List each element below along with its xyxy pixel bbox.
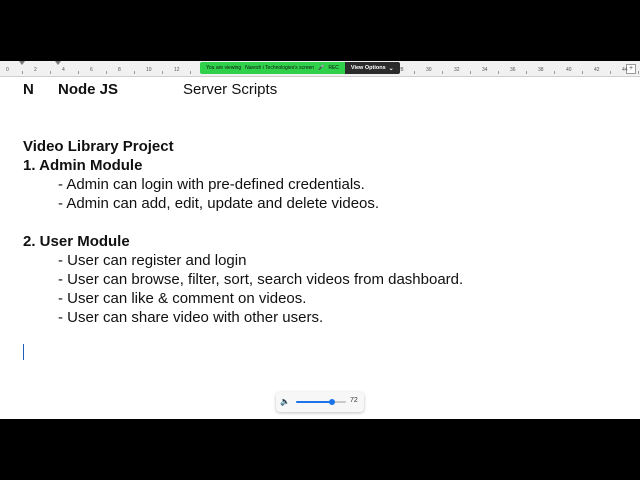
volume-control[interactable]: 🔈 72 — [276, 392, 364, 412]
ruler-tick — [162, 71, 163, 74]
ruler-label: 40 — [566, 67, 572, 73]
ruler-tick — [638, 71, 639, 74]
volume-slider[interactable] — [296, 399, 346, 405]
ruler-tick — [554, 71, 555, 74]
text-cursor — [23, 344, 24, 360]
viewing-indicator: You are viewing Naresh i Technologies's … — [200, 62, 345, 74]
view-options-label: View Options — [350, 65, 386, 71]
user-item: - User can browse, filter, sort, search … — [58, 271, 464, 288]
admin-item: - Admin can login with pre-defined crede… — [58, 176, 365, 193]
user-module-heading: 2. User Module — [23, 233, 130, 250]
ruler-label: 42 — [594, 67, 600, 73]
ruler-label: 44 — [622, 67, 628, 73]
presenter-name: Naresh i Technologies's screen — [245, 65, 315, 71]
view-options-button[interactable]: View Options ⌄ — [344, 62, 400, 74]
user-item: - User can share video with other users. — [58, 309, 324, 326]
ruler-label: 4 — [62, 67, 65, 73]
ruler-label: 30 — [426, 67, 432, 73]
ruler-label: 38 — [538, 67, 544, 73]
ruler-tick — [22, 71, 23, 74]
ruler-tick — [526, 71, 527, 74]
ruler-tick — [190, 71, 191, 74]
ruler-label: 10 — [146, 67, 152, 73]
ruler-tick — [78, 71, 79, 74]
ruler-tick — [414, 71, 415, 74]
chevron-down-icon: ⌄ — [388, 65, 394, 72]
shared-screen: + 02468101214161820222426283032343638404… — [0, 61, 640, 419]
user-item: - User can register and login — [58, 252, 247, 269]
ruler-tick — [134, 71, 135, 74]
project-title: Video Library Project — [23, 138, 174, 155]
ruler-tick — [442, 71, 443, 74]
row-title: Node JS — [58, 81, 119, 98]
ruler-tick — [470, 71, 471, 74]
screen-share-banner: You are viewing Naresh i Technologies's … — [200, 62, 400, 74]
admin-item: - Admin can add, edit, update and delete… — [58, 195, 380, 212]
speaker-icon[interactable]: 🔈 — [280, 397, 290, 406]
indent-marker[interactable] — [55, 61, 61, 65]
user-item: - User can like & comment on videos. — [58, 290, 307, 307]
ruler-label: 12 — [174, 67, 180, 73]
ruler-tick — [582, 71, 583, 74]
rec-label: REC — [328, 65, 339, 71]
ruler-tick — [50, 71, 51, 74]
ruler-label: 32 — [454, 67, 460, 73]
ruler-label: 34 — [482, 67, 488, 73]
viewing-prefix: You are viewing — [206, 65, 242, 71]
row-letter: N — [23, 81, 34, 98]
ruler-label: 36 — [510, 67, 516, 73]
indent-marker[interactable] — [19, 61, 25, 65]
volume-fill — [296, 401, 332, 403]
ruler-label: 2 — [34, 67, 37, 73]
ruler-tick — [610, 71, 611, 74]
ruler-tick — [498, 71, 499, 74]
ruler-label: 0 — [6, 67, 9, 73]
volume-value: 72 — [350, 397, 358, 404]
ruler-tick — [106, 71, 107, 74]
ruler-label: 6 — [90, 67, 93, 73]
row-description: Server Scripts — [183, 81, 278, 98]
ruler-label: 8 — [118, 67, 121, 73]
mic-icon: 🎤 — [318, 65, 325, 71]
volume-knob[interactable] — [329, 399, 335, 405]
admin-module-heading: 1. Admin Module — [23, 157, 143, 174]
